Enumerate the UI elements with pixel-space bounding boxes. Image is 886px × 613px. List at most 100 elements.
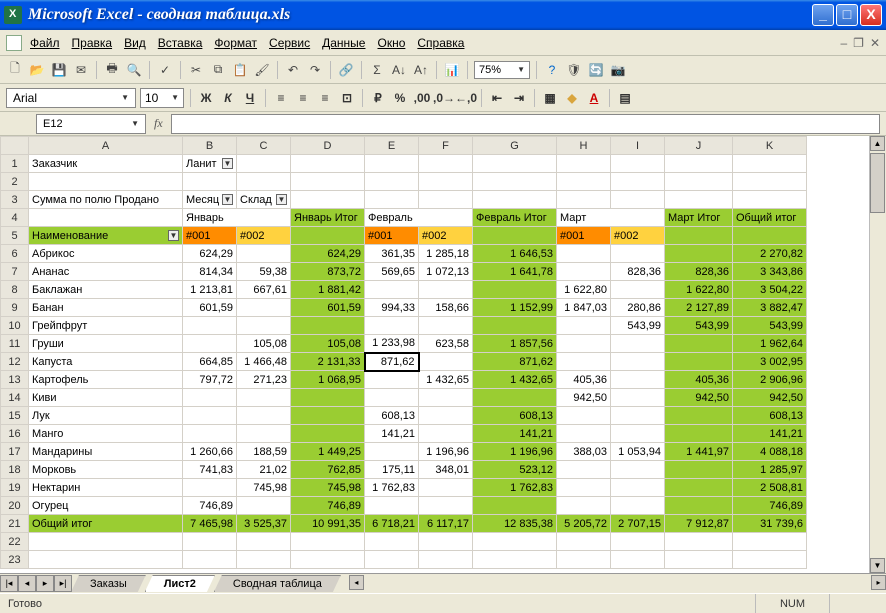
col-header[interactable]: F bbox=[419, 137, 473, 155]
dec-decimal-icon[interactable]: ←,0 bbox=[457, 89, 475, 107]
save-icon[interactable]: 💾 bbox=[50, 61, 68, 79]
tab-prev-button[interactable]: ◂ bbox=[18, 575, 36, 592]
sheet-tab-orders[interactable]: Заказы bbox=[71, 575, 146, 592]
col-header[interactable]: I bbox=[611, 137, 665, 155]
align-center-icon[interactable]: ≡ bbox=[294, 89, 312, 107]
comma-icon[interactable]: ,00 bbox=[413, 89, 431, 107]
menu-data[interactable]: Данные bbox=[322, 36, 365, 50]
menu-format[interactable]: Формат bbox=[214, 36, 257, 50]
tab-next-button[interactable]: ▸ bbox=[36, 575, 54, 592]
minimize-button[interactable]: _ bbox=[812, 4, 834, 26]
sheet-tab-pivot[interactable]: Сводная таблица bbox=[214, 575, 341, 592]
sort-desc-icon[interactable]: A↑ bbox=[412, 61, 430, 79]
horizontal-scrollbar[interactable]: ◂ ▸ bbox=[349, 575, 886, 592]
mdi-close-button[interactable]: ✕ bbox=[870, 36, 880, 50]
zoom-field[interactable]: 75%▼ bbox=[474, 61, 530, 79]
col-header[interactable]: D bbox=[291, 137, 365, 155]
status-empty bbox=[829, 594, 878, 613]
formatting-toolbar: Arial▼ 10▼ Ж К Ч ≡ ≡ ≡ ⊡ ₽ % ,00 ,0→ ←,0… bbox=[0, 84, 886, 112]
document-icon bbox=[6, 35, 22, 51]
tab-first-button[interactable]: |◂ bbox=[0, 575, 18, 592]
standard-toolbar: 🗋 📂 💾 ✉ 🖶 🔍 ✓ ✂ ⧉ 📋 🖌 ↶ ↷ 🔗 Σ A↓ A↑ 📊 75… bbox=[0, 56, 886, 84]
status-ready: Готово bbox=[8, 598, 42, 610]
brush-icon[interactable]: 🖌 bbox=[253, 61, 271, 79]
sort-asc-icon[interactable]: A↓ bbox=[390, 61, 408, 79]
scroll-up-button[interactable]: ▲ bbox=[870, 136, 885, 151]
link-icon[interactable]: 🔗 bbox=[337, 61, 355, 79]
align-left-icon[interactable]: ≡ bbox=[272, 89, 290, 107]
menu-view[interactable]: Вид bbox=[124, 36, 146, 50]
open-icon[interactable]: 📂 bbox=[28, 61, 46, 79]
align-right-icon[interactable]: ≡ bbox=[316, 89, 334, 107]
print-icon[interactable]: 🖶 bbox=[103, 61, 121, 79]
underline-button[interactable]: Ч bbox=[241, 89, 259, 107]
menu-window[interactable]: Окно bbox=[377, 36, 405, 50]
fx-icon[interactable]: fx bbox=[154, 116, 163, 131]
fill-color-icon[interactable]: ◆ bbox=[563, 89, 581, 107]
italic-button[interactable]: К bbox=[219, 89, 237, 107]
security-icon[interactable]: 🛡 bbox=[565, 61, 583, 79]
col-header[interactable]: K bbox=[733, 137, 807, 155]
new-icon[interactable]: 🗋 bbox=[6, 61, 24, 79]
excel-icon bbox=[4, 6, 22, 24]
col-header[interactable]: H bbox=[557, 137, 611, 155]
maximize-button[interactable]: □ bbox=[836, 4, 858, 26]
cut-icon[interactable]: ✂ bbox=[187, 61, 205, 79]
camera-icon[interactable]: 📷 bbox=[609, 61, 627, 79]
merge-icon[interactable]: ⊡ bbox=[338, 89, 356, 107]
vertical-scrollbar[interactable]: ▲ ▼ bbox=[869, 136, 886, 573]
formula-bar[interactable] bbox=[171, 114, 880, 134]
font-size-field[interactable]: 10▼ bbox=[140, 88, 184, 108]
font-name-field[interactable]: Arial▼ bbox=[6, 88, 136, 108]
chevron-down-icon[interactable]: ▼ bbox=[168, 230, 179, 241]
mdi-restore-button[interactable]: ❐ bbox=[853, 36, 864, 50]
name-box[interactable]: E12▼ bbox=[36, 114, 146, 134]
scroll-right-button[interactable]: ▸ bbox=[871, 575, 886, 590]
menu-tools[interactable]: Сервис bbox=[269, 36, 310, 50]
chevron-down-icon[interactable]: ▼ bbox=[276, 194, 287, 205]
col-header[interactable]: B bbox=[183, 137, 237, 155]
bold-button[interactable]: Ж bbox=[197, 89, 215, 107]
spreadsheet-grid[interactable]: ABCDEFGHIJK1ЗаказчикЛанит▼23Сумма по пол… bbox=[0, 136, 807, 569]
pivot-icon[interactable]: ▤ bbox=[616, 89, 634, 107]
sum-icon[interactable]: Σ bbox=[368, 61, 386, 79]
mdi-minimize-button[interactable]: – bbox=[840, 36, 847, 50]
refresh-icon[interactable]: 🔄 bbox=[587, 61, 605, 79]
col-header[interactable]: E bbox=[365, 137, 419, 155]
close-button[interactable]: X bbox=[860, 4, 882, 26]
window-titlebar: Microsoft Excel - сводная таблица.xls _ … bbox=[0, 0, 886, 30]
menu-file[interactable]: Файл bbox=[30, 36, 60, 50]
help-icon[interactable]: ? bbox=[543, 61, 561, 79]
percent-icon[interactable]: % bbox=[391, 89, 409, 107]
tab-last-button[interactable]: ▸| bbox=[54, 575, 72, 592]
dec-indent-icon[interactable]: ⇤ bbox=[488, 89, 506, 107]
preview-icon[interactable]: 🔍 bbox=[125, 61, 143, 79]
col-header[interactable]: J bbox=[665, 137, 733, 155]
mail-icon[interactable]: ✉ bbox=[72, 61, 90, 79]
chevron-down-icon[interactable]: ▼ bbox=[222, 158, 233, 169]
scroll-left-button[interactable]: ◂ bbox=[349, 575, 364, 590]
borders-icon[interactable]: ▦ bbox=[541, 89, 559, 107]
menu-insert[interactable]: Вставка bbox=[158, 36, 203, 50]
inc-indent-icon[interactable]: ⇥ bbox=[510, 89, 528, 107]
inc-decimal-icon[interactable]: ,0→ bbox=[435, 89, 453, 107]
menu-help[interactable]: Справка bbox=[417, 36, 464, 50]
undo-icon[interactable]: ↶ bbox=[284, 61, 302, 79]
sheet-tab-list2[interactable]: Лист2 bbox=[145, 575, 215, 592]
currency-icon[interactable]: ₽ bbox=[369, 89, 387, 107]
redo-icon[interactable]: ↷ bbox=[306, 61, 324, 79]
chart-icon[interactable]: 📊 bbox=[443, 61, 461, 79]
col-header[interactable]: G bbox=[473, 137, 557, 155]
status-num: NUM bbox=[755, 594, 829, 613]
scroll-thumb[interactable] bbox=[870, 153, 885, 213]
paste-icon[interactable]: 📋 bbox=[231, 61, 249, 79]
spell-icon[interactable]: ✓ bbox=[156, 61, 174, 79]
scroll-down-button[interactable]: ▼ bbox=[870, 558, 885, 573]
copy-icon[interactable]: ⧉ bbox=[209, 61, 227, 79]
chevron-down-icon[interactable]: ▼ bbox=[222, 194, 233, 205]
namebox-row: E12▼ fx bbox=[0, 112, 886, 136]
col-header[interactable]: C bbox=[237, 137, 291, 155]
font-color-icon[interactable]: A bbox=[585, 89, 603, 107]
col-header[interactable]: A bbox=[29, 137, 183, 155]
menu-edit[interactable]: Правка bbox=[72, 36, 113, 50]
